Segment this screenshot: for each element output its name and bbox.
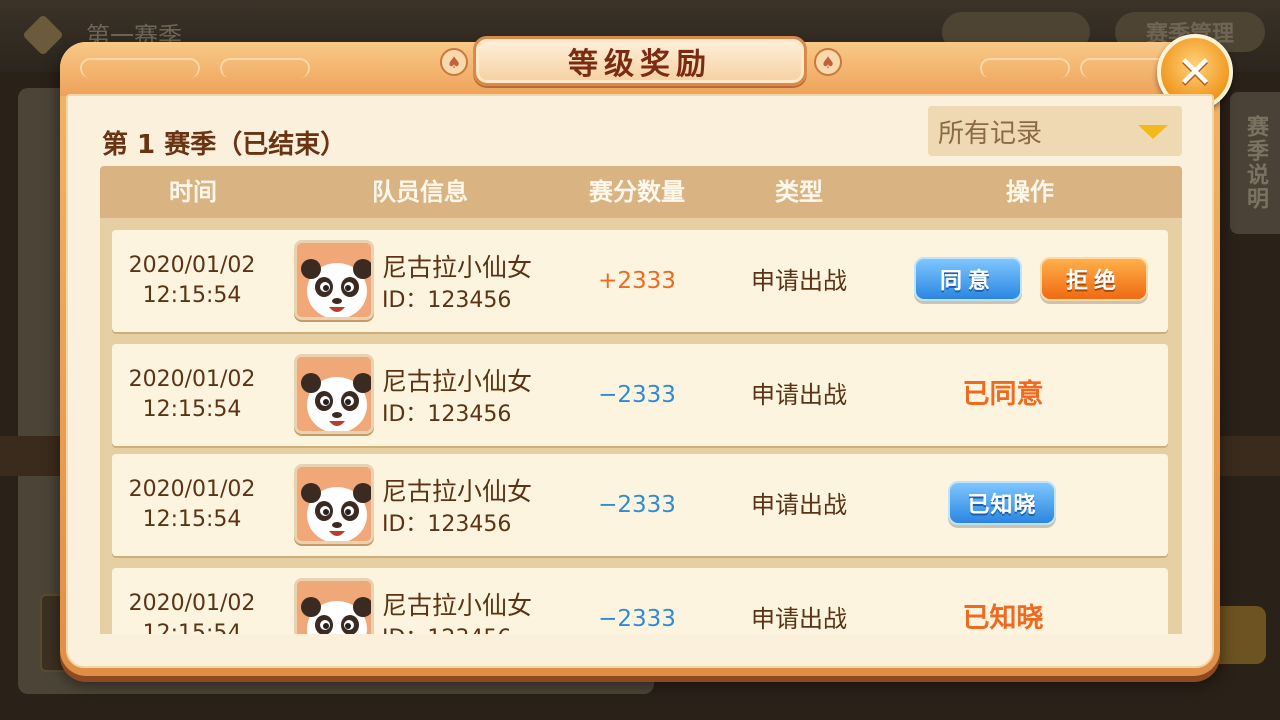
season-title: 第 1 赛季（已结束） bbox=[102, 130, 347, 160]
reject-button[interactable]: 拒绝 bbox=[1040, 257, 1148, 301]
row-actions: 已知晓 bbox=[878, 454, 1168, 556]
row-clock: 12:15:54 bbox=[142, 283, 242, 308]
row-actions: 同意 拒绝 bbox=[878, 230, 1168, 332]
score-amount: +2333 bbox=[598, 268, 676, 294]
table-row: 2020/01/02 12:15:54 尼古拉小仙女 ID：123456 +23… bbox=[112, 230, 1168, 332]
member-name: 尼古拉小仙女 bbox=[382, 477, 533, 506]
member-id: ID：123456 bbox=[382, 512, 512, 537]
title-plaque: 等级奖励 bbox=[473, 36, 807, 86]
panda-avatar-icon bbox=[294, 354, 374, 434]
table-row: 2020/01/02 12:15:54 尼古拉小仙女 ID：123456 −23… bbox=[112, 344, 1168, 446]
record-type: 申请出战 bbox=[751, 605, 847, 633]
column-header-action: 操作 bbox=[1006, 178, 1054, 206]
score-amount: −2333 bbox=[598, 606, 676, 632]
table-row: 2020/01/02 12:15:54 尼古拉小仙女 ID：123456 −23… bbox=[112, 454, 1168, 556]
row-time: 2020/01/02 12:15:54 bbox=[112, 568, 272, 634]
panda-avatar-icon bbox=[294, 578, 374, 634]
row-time: 2020/01/02 12:15:54 bbox=[112, 230, 272, 332]
column-header-member: 队员信息 bbox=[372, 178, 468, 206]
column-header-score: 赛分数量 bbox=[589, 178, 685, 206]
table-row: 2020/01/02 12:15:54 尼古拉小仙女 ID：123456 −23… bbox=[112, 568, 1168, 634]
column-header-time: 时间 bbox=[169, 178, 217, 206]
table-header: 时间 队员信息 赛分数量 类型 操作 bbox=[100, 166, 1182, 218]
row-date: 2020/01/02 bbox=[128, 477, 256, 502]
record-type: 申请出战 bbox=[751, 381, 847, 409]
member-name: 尼古拉小仙女 bbox=[382, 253, 533, 282]
score-amount: −2333 bbox=[598, 382, 676, 408]
record-type: 申请出战 bbox=[751, 267, 847, 295]
member-id: ID：123456 bbox=[382, 288, 512, 313]
cloud-decoration bbox=[980, 58, 1070, 78]
member-id: ID：123456 bbox=[382, 402, 512, 427]
row-date: 2020/01/02 bbox=[128, 591, 256, 616]
member-name: 尼古拉小仙女 bbox=[382, 591, 533, 620]
level-reward-dialog: ♠ ♠ 等级奖励 ✕ 第 1 赛季（已结束） 所有记录 时间 队员信息 赛分数量… bbox=[60, 34, 1233, 676]
cloud-decoration bbox=[220, 58, 310, 78]
spade-icon: ♠ bbox=[440, 48, 468, 76]
status-acknowledged: 已知晓 bbox=[962, 603, 1044, 634]
record-type: 申请出战 bbox=[751, 491, 847, 519]
spade-icon: ♠ bbox=[814, 48, 842, 76]
acknowledge-button[interactable]: 已知晓 bbox=[948, 481, 1056, 525]
season-info-tab: 赛季说明 bbox=[1230, 92, 1280, 234]
row-time: 2020/01/02 12:15:54 bbox=[112, 344, 272, 446]
status-agreed: 已同意 bbox=[962, 379, 1044, 410]
row-clock: 12:15:54 bbox=[142, 507, 242, 532]
cloud-decoration bbox=[80, 58, 200, 78]
member-id: ID：123456 bbox=[382, 620, 511, 634]
row-actions: 已同意 bbox=[878, 344, 1168, 446]
record-filter-dropdown[interactable]: 所有记录 bbox=[928, 106, 1182, 156]
row-actions: 已知晓 bbox=[878, 568, 1168, 634]
row-date: 2020/01/02 bbox=[128, 367, 256, 392]
filter-value: 所有记录 bbox=[938, 118, 1043, 149]
row-time: 2020/01/02 12:15:54 bbox=[112, 454, 272, 556]
row-clock: 12:15:54 bbox=[142, 397, 242, 422]
member-name: 尼古拉小仙女 bbox=[382, 367, 533, 396]
column-header-type: 类型 bbox=[775, 178, 823, 206]
row-clock: 12:15:54 bbox=[142, 621, 242, 634]
records-list[interactable]: 2020/01/02 12:15:54 尼古拉小仙女 ID：123456 +23… bbox=[100, 218, 1182, 634]
close-icon: ✕ bbox=[1176, 46, 1214, 98]
panda-avatar-icon bbox=[294, 240, 374, 320]
score-amount: −2333 bbox=[598, 492, 676, 518]
row-date: 2020/01/02 bbox=[128, 253, 256, 278]
dialog-content: 第 1 赛季（已结束） 所有记录 时间 队员信息 赛分数量 类型 操作 2020… bbox=[66, 94, 1214, 668]
agree-button[interactable]: 同意 bbox=[914, 257, 1022, 301]
panda-avatar-icon bbox=[294, 464, 374, 544]
dropdown-arrow-icon bbox=[1138, 125, 1168, 139]
dialog-title: 等级奖励 bbox=[568, 47, 712, 82]
